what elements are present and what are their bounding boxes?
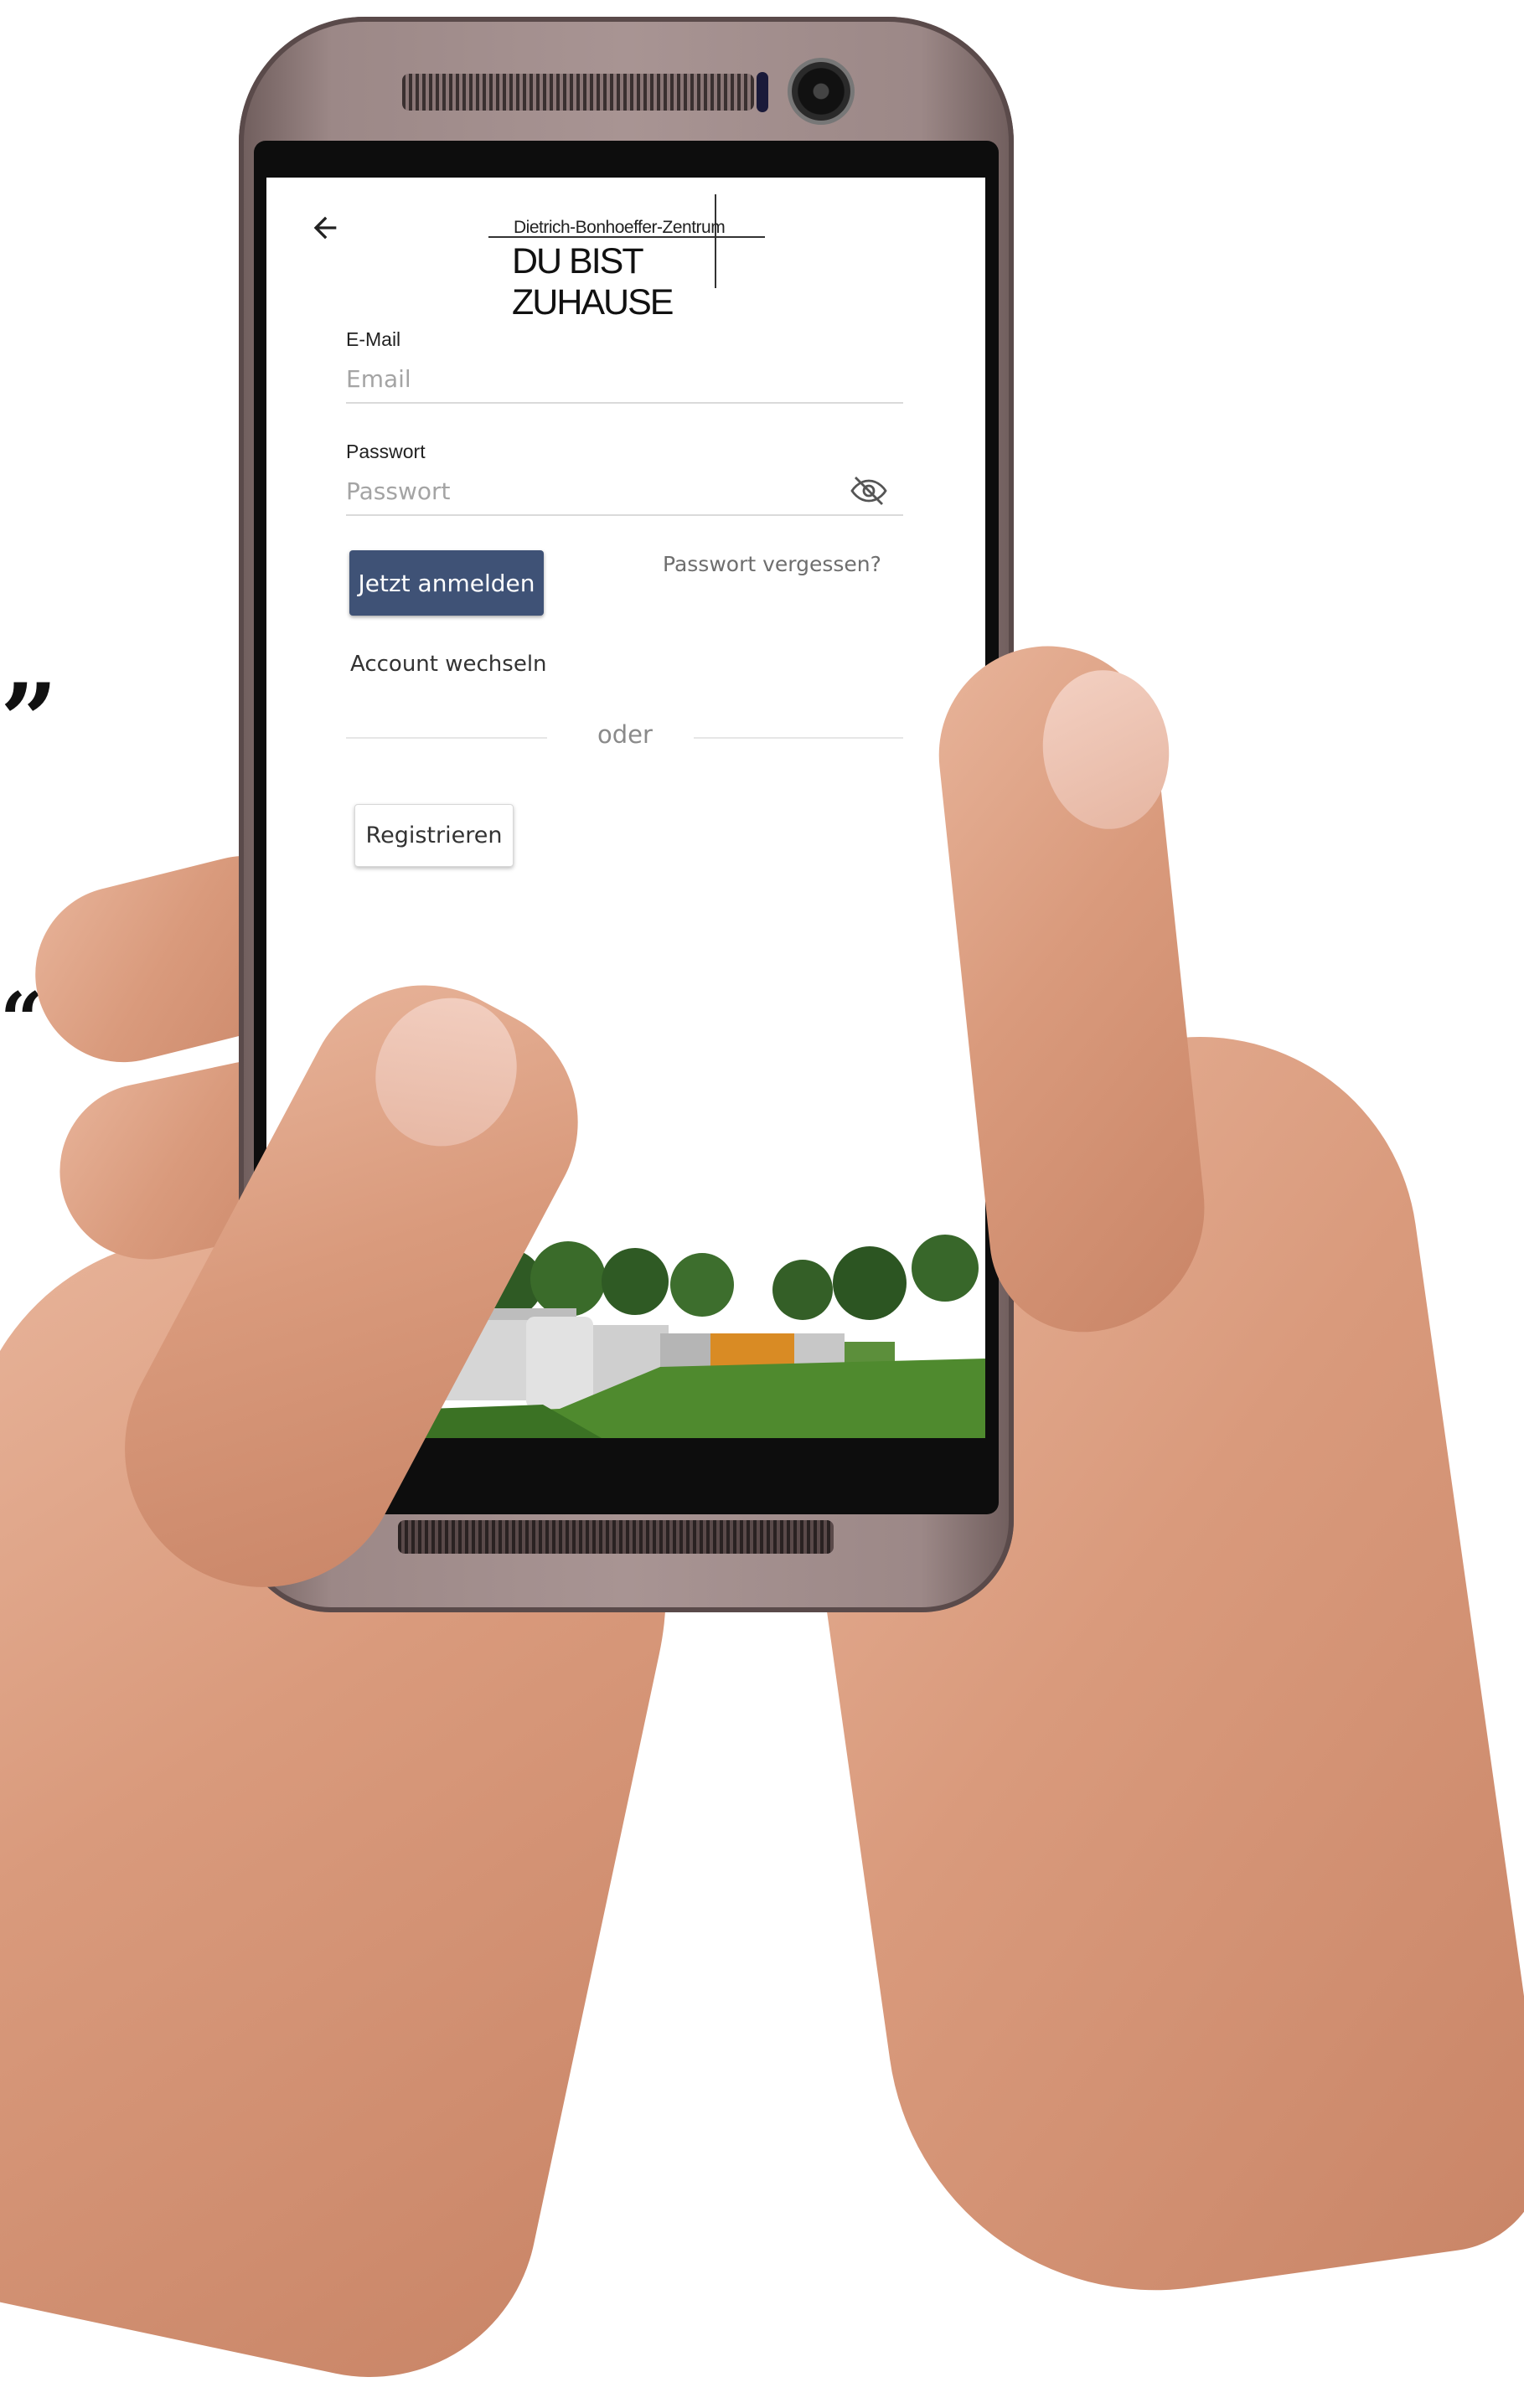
password-field[interactable]	[346, 467, 903, 516]
register-button[interactable]: Registrieren	[354, 804, 514, 867]
bottom-speaker	[398, 1520, 834, 1554]
arrow-left-icon	[313, 216, 337, 240]
earpiece-speaker	[402, 74, 754, 111]
logo-title: DU BIST ZUHAUSE	[512, 241, 674, 322]
photo-scene: ” “ Dietrich-Bonhoeffer-Zentrum DU BIST …	[0, 0, 1524, 2408]
app-logo: Dietrich-Bonhoeffer-Zentrum DU BIST ZUHA…	[488, 194, 765, 322]
password-label: Passwort	[346, 441, 426, 462]
divider-line-right	[694, 737, 903, 739]
proximity-sensor	[757, 72, 768, 112]
eye-off-icon[interactable]	[849, 471, 889, 511]
logo-subtitle: Dietrich-Bonhoeffer-Zentrum	[514, 218, 726, 237]
front-camera	[792, 62, 850, 121]
login-button[interactable]: Jetzt anmelden	[349, 550, 544, 616]
divider-label: oder	[597, 720, 653, 749]
back-button[interactable]	[300, 203, 350, 253]
email-field[interactable]	[346, 355, 903, 404]
forgot-password-link[interactable]: Passwort vergessen?	[663, 552, 881, 576]
divider-line-left	[346, 737, 547, 739]
switch-account-link[interactable]: Account wechseln	[350, 652, 547, 677]
email-label: E-Mail	[346, 328, 401, 350]
quote-mark-close: ”	[0, 662, 59, 780]
